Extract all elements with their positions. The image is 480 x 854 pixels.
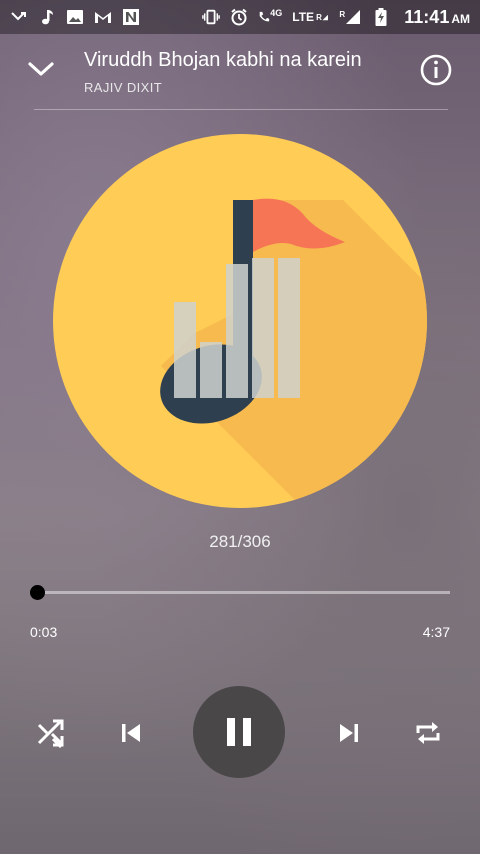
- pause-button[interactable]: [193, 686, 285, 778]
- album-art: [53, 134, 427, 508]
- status-right: 4G LTE R R 11:41 AM: [202, 7, 470, 28]
- skip-previous-icon: [122, 724, 140, 742]
- clock-ampm: AM: [451, 11, 470, 26]
- call-4g-icon: 4G: [258, 8, 282, 26]
- missed-call-icon: [10, 8, 28, 26]
- header-divider: [34, 109, 448, 110]
- artist-name: RAJIV DIXIT: [84, 80, 163, 95]
- song-title: Viruddh Bhojan kabhi na karein: [84, 49, 362, 71]
- notification-n-icon: [122, 8, 140, 26]
- info-button[interactable]: [418, 52, 454, 88]
- player-header: Viruddh Bhojan kabhi na karein RAJIV DIX…: [0, 34, 480, 110]
- playback-controls: [0, 686, 480, 778]
- seek-thumb[interactable]: [29, 585, 45, 600]
- track-counter: 281/306: [209, 532, 271, 551]
- lte-label: LTE: [292, 10, 315, 24]
- image-icon: [66, 8, 84, 26]
- signal-icon: R: [338, 8, 362, 26]
- total-time: 4:37: [422, 624, 450, 640]
- shuffle-button[interactable]: [34, 716, 68, 750]
- alarm-icon: [230, 8, 248, 26]
- music-note-icon: [38, 8, 56, 26]
- elapsed-time: 0:03: [30, 624, 58, 640]
- lte-signal-icon: LTE R: [292, 8, 328, 26]
- collapse-button[interactable]: [24, 52, 58, 86]
- network-label: 4G: [270, 8, 283, 18]
- skip-next-icon: [340, 724, 358, 742]
- pause-icon: [227, 718, 251, 746]
- info-icon: [420, 54, 452, 86]
- gmail-icon: [94, 8, 112, 26]
- previous-button[interactable]: [114, 716, 148, 750]
- repeat-icon: [416, 722, 440, 744]
- battery-charging-icon: [372, 8, 390, 26]
- repeat-button[interactable]: [411, 716, 445, 750]
- next-button[interactable]: [332, 716, 366, 750]
- shuffle-icon: [37, 719, 64, 748]
- status-bar: 4G LTE R R 11:41 AM: [0, 0, 480, 34]
- clock-time: 11:41: [404, 6, 450, 27]
- seek-bar[interactable]: [29, 585, 450, 600]
- vibrate-icon: [202, 8, 221, 26]
- status-clock: 11:41 AM: [404, 7, 470, 28]
- chevron-down-icon: [28, 62, 54, 76]
- status-left: [10, 8, 140, 26]
